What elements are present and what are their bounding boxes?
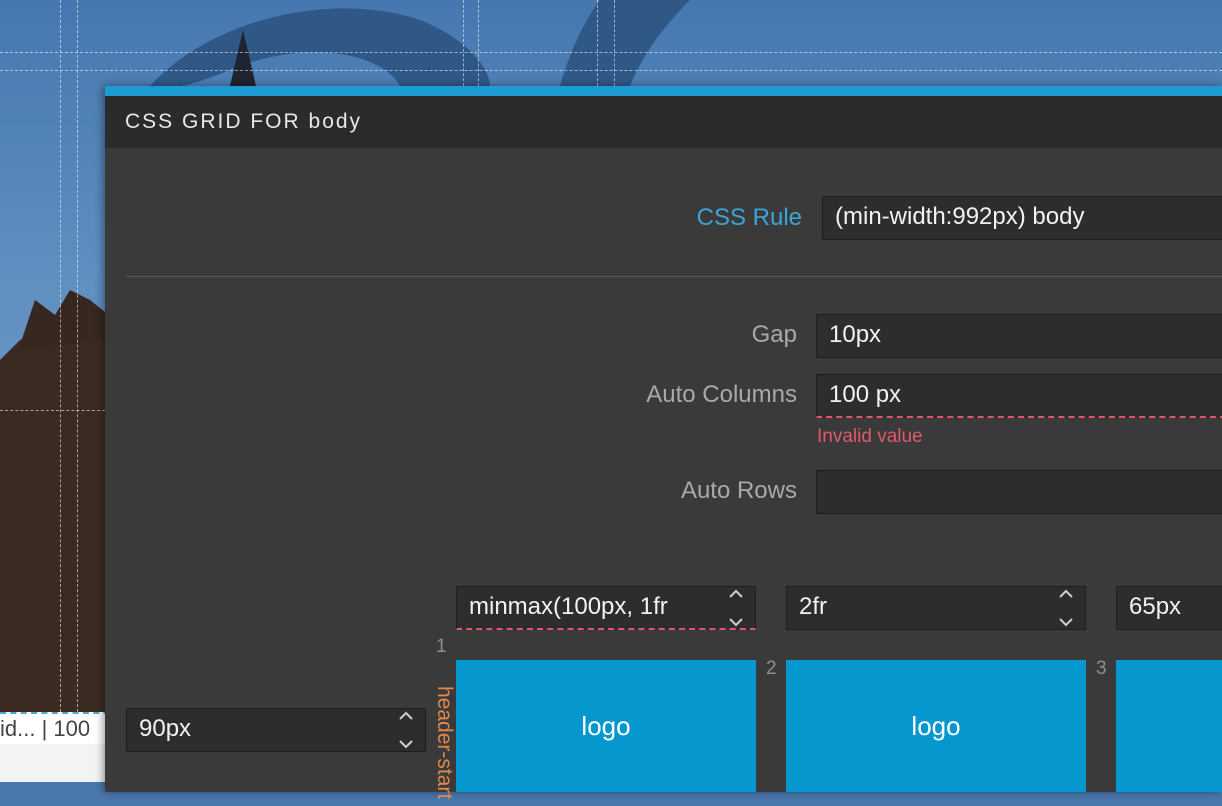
grid-guide-line [597, 0, 598, 86]
stepper[interactable] [727, 589, 745, 627]
chevron-down-icon[interactable] [1059, 618, 1073, 627]
auto-columns-input[interactable]: 100 px [816, 374, 1222, 418]
chevron-up-icon[interactable] [1059, 589, 1073, 598]
grid-guide-line [463, 0, 464, 86]
grid-guide-line [77, 0, 78, 712]
auto-rows-label: Auto Rows [680, 477, 797, 504]
chevron-up-icon[interactable] [399, 711, 413, 720]
chevron-up-icon[interactable] [729, 589, 743, 598]
css-rule-label: CSS Rule [696, 204, 802, 231]
track-number: 3 [1096, 658, 1107, 679]
auto-columns-label: Auto Columns [646, 381, 797, 408]
status-bar: id... | 100 [0, 712, 120, 744]
column-track-input-3[interactable]: 65px [1116, 586, 1222, 630]
dialog-title: CSS GRID FOR body [105, 96, 1222, 148]
gap-label: Gap [751, 321, 797, 348]
column-track-value: minmax(100px, 1fr [469, 593, 668, 620]
track-number: 1 [436, 636, 447, 657]
row-track-input-1[interactable]: 90px [126, 708, 426, 752]
row-track-value: 90px [139, 715, 192, 742]
grid-guide-line [614, 0, 615, 86]
chevron-down-icon[interactable] [729, 618, 743, 627]
grid-guide-line [478, 0, 479, 86]
css-rule-select[interactable]: (min-width:992px) body [822, 196, 1222, 240]
gap-input[interactable]: 10px [816, 314, 1222, 358]
grid-guide-line [0, 410, 105, 411]
section-divider [125, 276, 1222, 277]
grid-guide-line [0, 70, 1222, 71]
auto-rows-input[interactable] [816, 470, 1222, 514]
grid-guide-line [60, 0, 61, 712]
column-track-value: 2fr [799, 593, 828, 620]
stepper[interactable] [397, 711, 415, 749]
css-grid-dialog: CSS GRID FOR body CSS Rule (min-width:99… [105, 86, 1222, 799]
auto-columns-error: Invalid value [817, 426, 923, 447]
column-track-input-1[interactable]: minmax(100px, 1fr [456, 586, 756, 630]
grid-cell[interactable]: logo [456, 660, 756, 792]
track-number: 2 [766, 658, 777, 679]
column-track-input-2[interactable]: 2fr [786, 586, 1086, 630]
column-track-value: 65px [1129, 593, 1182, 620]
grid-cell[interactable] [1116, 660, 1222, 792]
grid-cell[interactable]: logo [786, 660, 1086, 792]
chevron-down-icon[interactable] [399, 740, 413, 749]
page-footer-area [0, 744, 120, 782]
grid-area-name: header-start [433, 686, 456, 800]
stepper[interactable] [1057, 589, 1075, 627]
grid-guide-line [0, 52, 1222, 53]
